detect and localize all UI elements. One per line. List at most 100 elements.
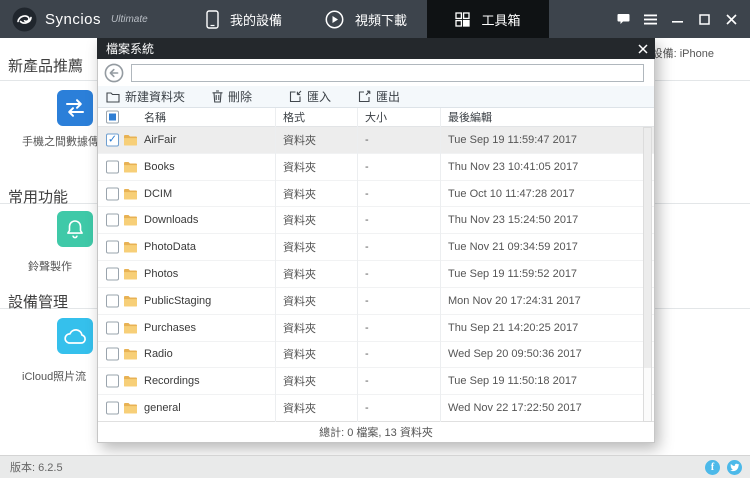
sidebar-item-icloud-photostream[interactable] [57, 318, 93, 354]
column-header-edited: 最後編輯 [448, 112, 492, 124]
toolbar-label: 匯出 [376, 90, 401, 104]
summary-bar: 總計: 0 檔案, 13 資料夾 [98, 421, 654, 442]
table-row[interactable]: DCIM 資料夾 - Tue Oct 10 11:47:28 2017 [98, 180, 654, 208]
toolbar-label: 刪除 [228, 90, 253, 104]
status-bar: 版本: 6.2.5 f [0, 455, 750, 478]
dialog-toolbar: 新建資料夾 刪除 匯入 匯出 [98, 86, 654, 108]
table-row[interactable]: PublicStaging 資料夾 - Mon Nov 20 17:24:31 … [98, 287, 654, 315]
select-all-checkbox[interactable] [106, 110, 119, 124]
row-checkbox[interactable] [106, 213, 119, 227]
main-tabs: 我的設備 視頻下載 工具箱 [183, 0, 549, 38]
file-format: 資料夾 [283, 403, 316, 416]
app-logo: Syncios Ultimate [0, 7, 165, 32]
file-size: - [365, 348, 369, 361]
file-edited: Wed Sep 20 09:50:36 2017 [448, 348, 582, 361]
file-size: - [365, 133, 369, 146]
export-icon [358, 90, 371, 103]
delete-button[interactable]: 刪除 [212, 88, 252, 105]
tab-label: 工具箱 [481, 12, 521, 28]
toolbar-label: 匯入 [307, 90, 332, 104]
row-checkbox[interactable] [106, 294, 119, 308]
tab-label: 我的設備 [229, 12, 282, 28]
file-format: 資料夾 [283, 161, 316, 174]
file-size: - [365, 187, 369, 200]
file-name: Books [144, 160, 175, 173]
row-checkbox[interactable] [106, 187, 119, 201]
file-size: - [365, 294, 369, 307]
folder-icon [123, 321, 138, 334]
transfer-arrows-icon [63, 97, 87, 119]
sidebar-item-label: 手機之間數據傳 [22, 136, 99, 148]
sidebar-header-new-products: 新產品推薦 [8, 58, 84, 75]
vertical-scrollbar[interactable] [643, 127, 652, 422]
syncios-logo-icon [12, 7, 37, 32]
dialog-titlebar: 檔案系統 [97, 38, 655, 59]
toolbar-label: 新建資料夾 [125, 90, 186, 104]
file-format: 資料夾 [283, 215, 316, 228]
folder-icon [123, 402, 138, 415]
maximize-icon[interactable] [697, 12, 711, 26]
file-name: AirFair [144, 133, 177, 146]
facebook-icon[interactable]: f [705, 459, 720, 475]
table-row[interactable]: Recordings 資料夾 - Tue Sep 19 11:50:18 201… [98, 368, 654, 396]
cloud-icon [62, 327, 88, 346]
table-row[interactable]: Downloads 資料夾 - Thu Nov 23 15:24:50 2017 [98, 207, 654, 235]
sidebar-item-ringtone-maker[interactable] [57, 211, 93, 247]
row-checkbox[interactable] [106, 133, 119, 147]
folder-icon [123, 160, 138, 173]
path-input[interactable] [131, 63, 644, 82]
row-checkbox[interactable] [106, 374, 119, 388]
file-format: 資料夾 [283, 134, 316, 147]
sidebar-item-phone-transfer[interactable] [57, 90, 93, 126]
tab-my-device[interactable]: 我的設備 [183, 0, 305, 38]
table-row[interactable]: AirFair 資料夾 - Tue Sep 19 11:59:47 2017 [98, 127, 654, 154]
file-size: - [365, 267, 369, 280]
file-name: DCIM [144, 187, 173, 200]
close-icon[interactable] [724, 12, 738, 26]
scrollbar-thumb[interactable] [644, 128, 651, 369]
new-folder-button[interactable]: 新建資料夾 [106, 88, 185, 105]
file-edited: Tue Sep 19 11:50:18 2017 [448, 375, 578, 388]
file-edited: Thu Sep 21 14:20:25 2017 [448, 321, 579, 334]
folder-icon [123, 348, 138, 361]
table-row[interactable]: PhotoData 資料夾 - Tue Nov 21 09:34:59 2017 [98, 234, 654, 262]
folder-icon [123, 267, 138, 280]
row-checkbox[interactable] [106, 401, 119, 415]
sidebar-item-label: iCloud照片流 [22, 371, 87, 383]
minimize-icon[interactable] [670, 12, 684, 26]
menu-icon[interactable] [643, 12, 657, 26]
file-system-dialog: 檔案系統 新建資料夾 刪除 匯入 匯出 名稱 格式 大小 最後編輯 ✓ AirF… [97, 38, 655, 443]
title-bar: Syncios Ultimate 我的設備 視頻下載 工具箱 [0, 0, 750, 38]
file-size: - [365, 214, 369, 227]
table-row[interactable]: Photos 資料夾 - Tue Sep 19 11:59:52 2017 [98, 261, 654, 288]
table-row[interactable]: general 資料夾 - Wed Nov 22 17:22:50 2017 [98, 395, 654, 422]
dialog-title: 檔案系統 [106, 42, 155, 56]
sidebar-header-common-functions: 常用功能 [8, 189, 69, 206]
file-size: - [365, 160, 369, 173]
row-checkbox[interactable] [106, 321, 119, 335]
table-row[interactable]: Books 資料夾 - Thu Nov 23 10:41:05 2017 [98, 153, 654, 181]
app-name: Syncios [45, 10, 102, 28]
bell-icon [64, 218, 86, 240]
table-row[interactable]: Radio 資料夾 - Wed Sep 20 09:50:36 2017 [98, 341, 654, 369]
tab-video-download[interactable]: 視頻下載 [305, 0, 427, 38]
file-size: - [365, 402, 369, 415]
play-icon [325, 10, 344, 29]
import-button[interactable]: 匯入 [289, 88, 331, 105]
main-content: 當前設備: iPhone 新產品推薦 手機之間數據傳 常用功能 鈴聲製作 設備管… [0, 38, 750, 455]
column-header-size: 大小 [365, 112, 387, 124]
dialog-close-icon[interactable] [638, 38, 648, 59]
feedback-icon[interactable] [616, 12, 630, 26]
export-button[interactable]: 匯出 [358, 88, 400, 105]
tab-toolbox[interactable]: 工具箱 [427, 0, 549, 38]
file-edited: Tue Oct 10 11:47:28 2017 [448, 187, 575, 200]
row-checkbox[interactable] [106, 240, 119, 254]
row-checkbox[interactable] [106, 347, 119, 361]
back-arrow-icon[interactable] [104, 63, 124, 83]
row-checkbox[interactable] [106, 160, 119, 174]
file-edited: Wed Nov 22 17:22:50 2017 [448, 402, 582, 415]
row-checkbox[interactable] [106, 267, 119, 281]
file-name: Recordings [144, 375, 200, 388]
twitter-icon[interactable] [727, 459, 742, 475]
table-row[interactable]: Purchases 資料夾 - Thu Sep 21 14:20:25 2017 [98, 314, 654, 342]
